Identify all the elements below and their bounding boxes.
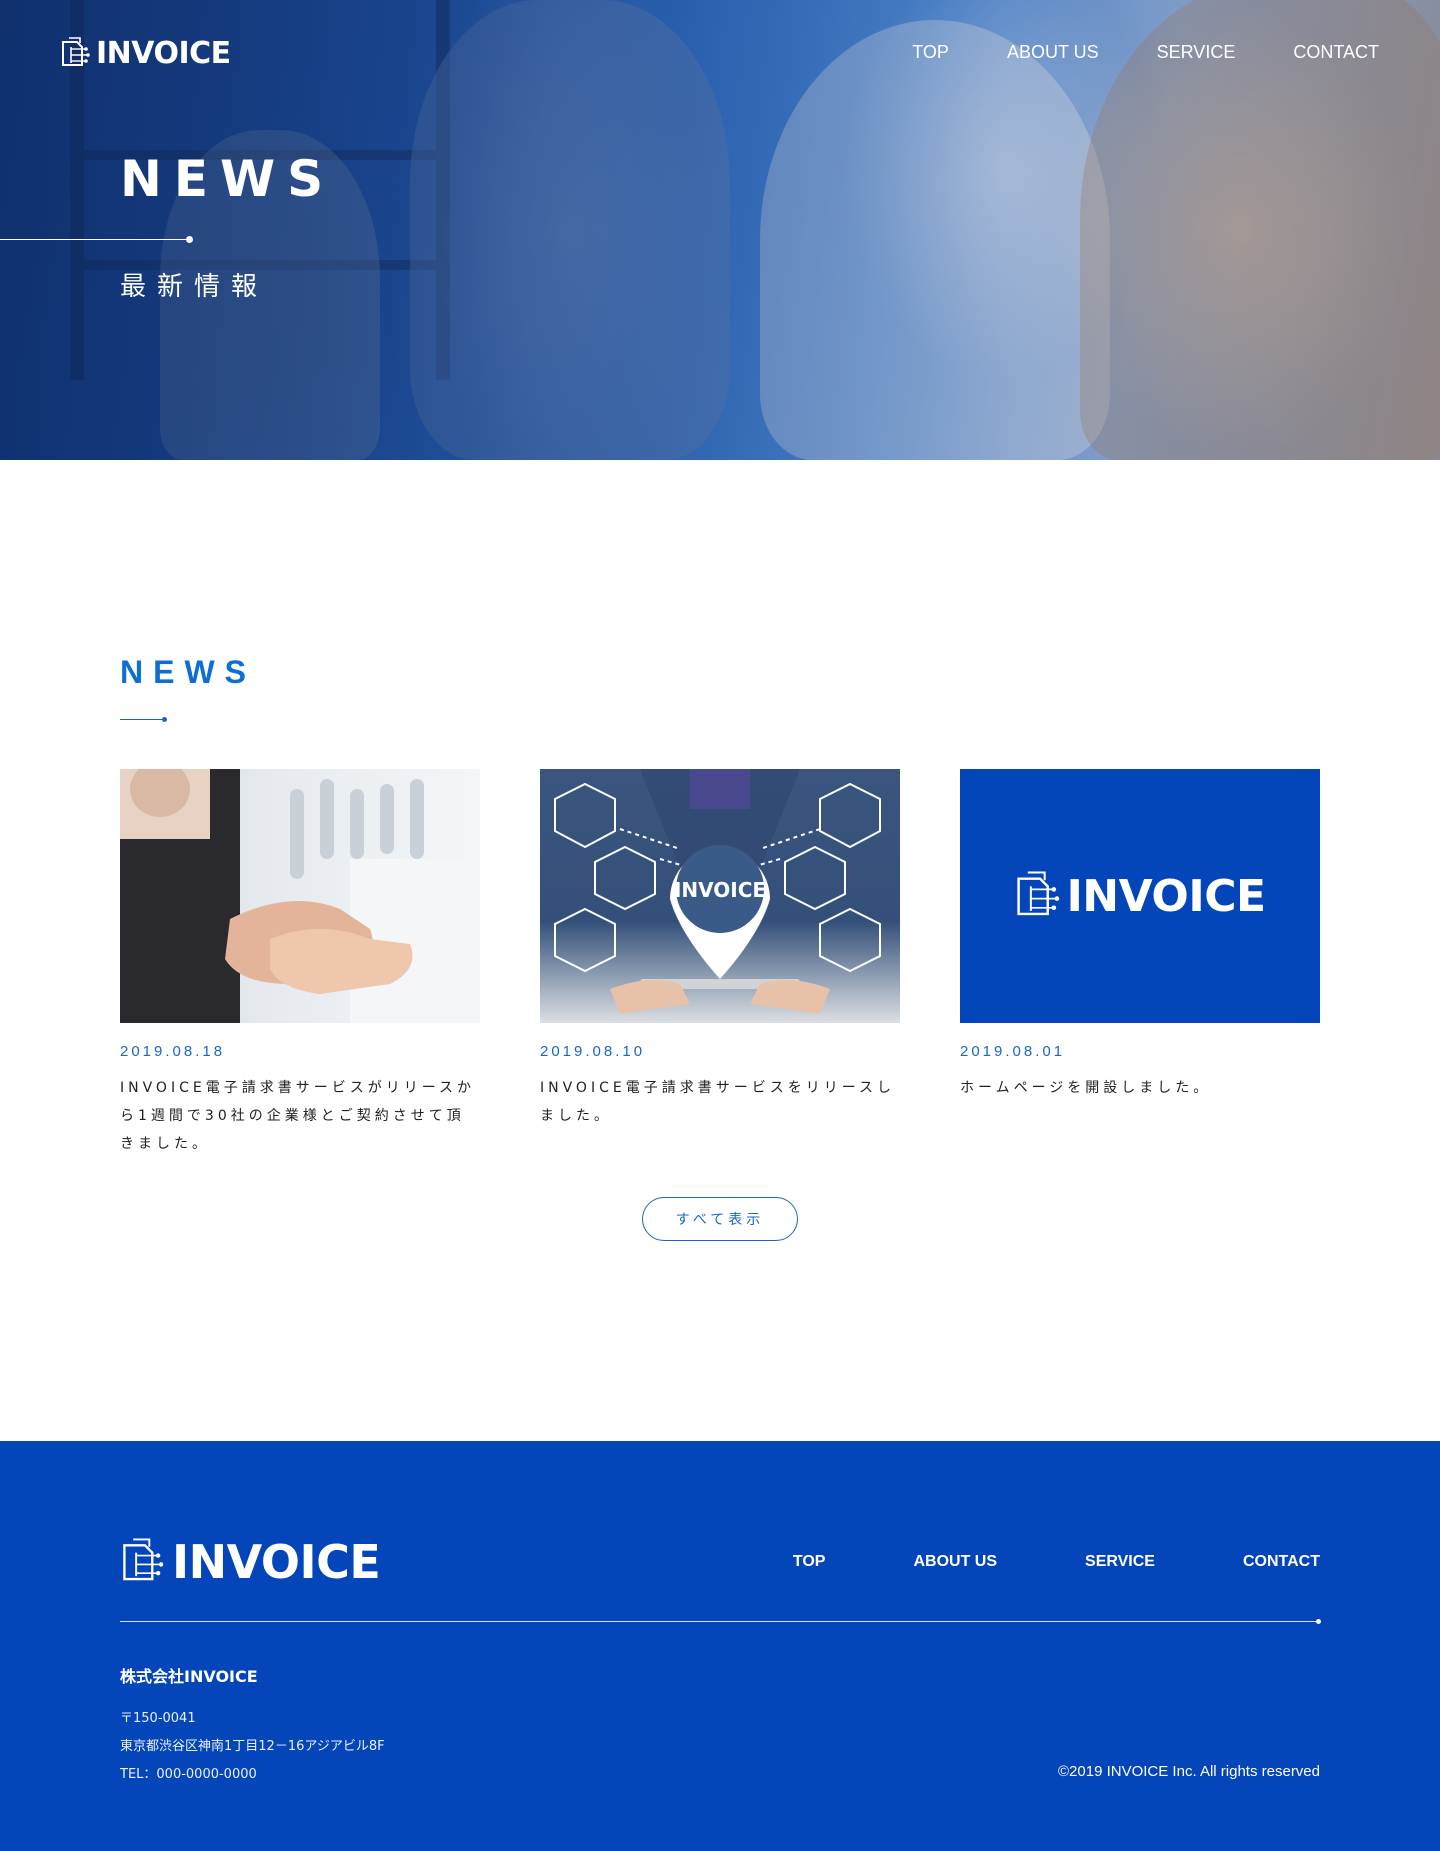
footer-nav-service-link[interactable]: SERVICE — [1085, 1553, 1155, 1571]
news-divider — [120, 717, 167, 722]
footer-divider — [120, 1619, 1321, 1624]
news-title[interactable]: ホームページを開設しました。 — [960, 1074, 1320, 1102]
invoice-logo-icon — [120, 1538, 164, 1586]
news-card[interactable]: INVOICE 2019.08.10 INVOICE電子請求書サービスをリリース… — [540, 769, 900, 1130]
nav-contact-link[interactable]: CONTACT — [1293, 42, 1379, 63]
header-nav: TOP ABOUT US SERVICE CONTACT — [912, 42, 1379, 63]
footer-nav: TOP ABOUT US SERVICE CONTACT — [793, 1553, 1320, 1571]
footer-brand-text: INVOICE — [172, 1535, 381, 1589]
hero-banner: INVOICE TOP ABOUT US SERVICE CONTACT NEW… — [0, 0, 1440, 460]
footer-nav-contact-link[interactable]: CONTACT — [1243, 1553, 1320, 1571]
header-brand-text: INVOICE — [96, 36, 231, 71]
nav-service-link[interactable]: SERVICE — [1157, 42, 1236, 63]
hero-divider — [0, 236, 193, 243]
footer-logo[interactable]: INVOICE — [120, 1535, 381, 1589]
news-image-tablet[interactable]: INVOICE — [540, 769, 900, 1023]
nav-top-link[interactable]: TOP — [912, 42, 949, 63]
copyright: ©2019 INVOICE Inc. All rights reserved — [1058, 1763, 1320, 1780]
nav-about-link[interactable]: ABOUT US — [1007, 42, 1099, 63]
news-card[interactable]: INVOICE 2019.08.01 ホームページを開設しました。 — [960, 769, 1320, 1102]
footer-nav-top-link[interactable]: TOP — [793, 1553, 826, 1571]
company-tel: TEL：000-0000-0000 — [120, 1767, 257, 1782]
company-name: 株式会社INVOICE — [120, 1667, 258, 1686]
news-image-logo[interactable]: INVOICE — [960, 769, 1320, 1023]
header-logo[interactable]: INVOICE — [60, 36, 231, 71]
news-title[interactable]: INVOICE電子請求書サービスをリリースしました。 — [540, 1074, 900, 1130]
invoice-logo-icon — [60, 36, 90, 71]
card-invoice-logo: INVOICE — [1014, 870, 1266, 922]
invoice-logo-icon — [1014, 871, 1060, 921]
hero-subtitle: 最新情報 — [120, 272, 269, 302]
view-all-button[interactable]: すべて表示 — [642, 1197, 798, 1241]
card-brand-text: INVOICE — [1066, 870, 1266, 922]
news-title[interactable]: INVOICE電子請求書サービスがリリースから1週間で30社の企業様とご契約させ… — [120, 1074, 480, 1158]
news-date: 2019.08.18 — [120, 1043, 226, 1060]
news-heading: NEWS — [120, 654, 256, 690]
news-date: 2019.08.01 — [960, 1043, 1066, 1060]
tablet-invoice-label: INVOICE — [674, 878, 766, 902]
news-date: 2019.08.10 — [540, 1043, 646, 1060]
news-image-handshake[interactable] — [120, 769, 480, 1023]
footer-nav-about-link[interactable]: ABOUT US — [913, 1553, 997, 1571]
postal-code: 〒150-0041 — [120, 1711, 196, 1726]
footer: INVOICE TOP ABOUT US SERVICE CONTACT 株式会… — [0, 1441, 1440, 1851]
company-address: 東京都渋谷区神南1丁目12－16アジアビル8F — [120, 1739, 385, 1754]
news-card[interactable]: 2019.08.18 INVOICE電子請求書サービスがリリースから1週間で30… — [120, 769, 480, 1158]
hero-title: NEWS — [120, 150, 336, 208]
